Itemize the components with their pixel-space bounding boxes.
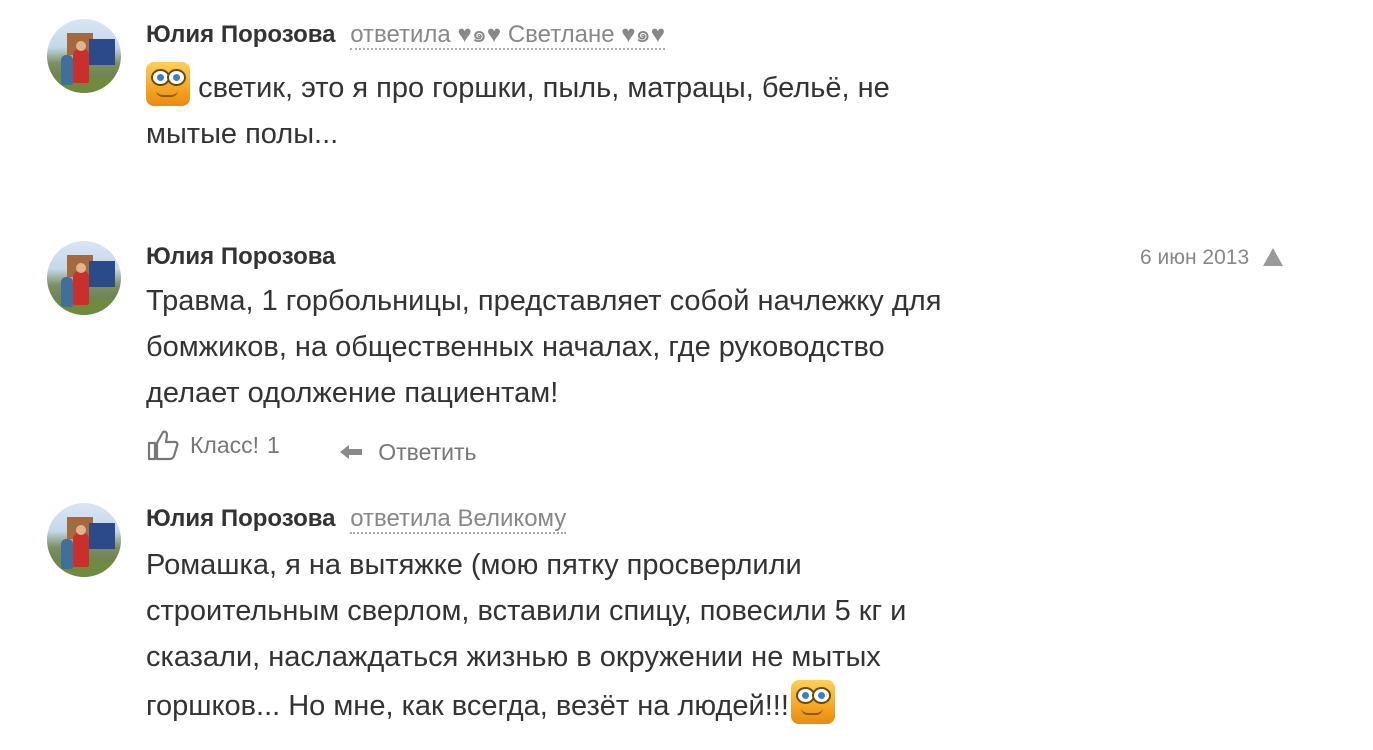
reply-label: Ответить — [378, 439, 477, 465]
author-name[interactable]: Юлия Порозова — [146, 21, 336, 48]
comment-text-line: Ромашка, я на вытяжке (мою пятку просвер… — [146, 549, 802, 581]
comment-text-line: сказали, наслаждаться жизнью в окружении… — [146, 641, 881, 673]
like-button[interactable]: Класс! 1 — [146, 428, 280, 462]
reply-to-link[interactable]: ответила Великому — [350, 505, 567, 534]
comment-text-line: бомжиков, на общественных началах, где р… — [146, 331, 885, 363]
author-name[interactable]: Юлия Порозова — [146, 505, 336, 532]
thumbs-up-icon — [147, 430, 179, 461]
comment-text-line: строительным сверлом, вставили спицу, по… — [146, 595, 907, 627]
comment-text: Травма, 1 горбольницы, представляет собо… — [146, 278, 1026, 416]
smiley-emoticon-icon — [146, 62, 190, 106]
comment-header: Юлия Порозова ответила Великому — [146, 504, 567, 534]
reply-arrow-icon — [340, 445, 363, 459]
comment-header: Юлия Порозова — [146, 242, 336, 272]
comment-actions: Класс! 1 Ответить — [146, 428, 477, 469]
avatar[interactable] — [47, 503, 121, 577]
comment-text-line: Травма, 1 горбольницы, представляет собо… — [146, 285, 942, 317]
comment-header: Юлия Порозова ответила ♥๑♥ Светлане ♥๑♥ — [146, 20, 666, 50]
comment-text: светик, это я про горшки, пыль, матрацы,… — [146, 62, 1026, 157]
comment-text-line: делает одолжение пациентам! — [146, 377, 559, 409]
author-name[interactable]: Юлия Порозова — [146, 243, 336, 270]
smiley-emoticon-icon — [790, 680, 835, 724]
report-warning-icon[interactable] — [1263, 248, 1283, 266]
reply-to-link[interactable]: ответила ♥๑♥ Светлане ♥๑♥ — [350, 21, 666, 50]
like-count: 1 — [267, 432, 280, 458]
comment-text-line: горшков... Но мне, как всегда, везёт на … — [146, 690, 789, 722]
comment-text-line: мытые полы... — [146, 118, 339, 150]
reply-button[interactable]: Ответить — [338, 437, 477, 467]
like-label: Класс! — [190, 432, 259, 458]
avatar[interactable] — [47, 241, 121, 315]
avatar[interactable] — [47, 19, 121, 93]
comment-date: 6 июн 2013 — [1140, 243, 1283, 273]
comment-text: Ромашка, я на вытяжке (мою пятку просвер… — [146, 542, 1026, 729]
date-text: 6 июн 2013 — [1140, 246, 1250, 269]
comment-text-line: светик, это я про горшки, пыль, матрацы,… — [198, 72, 890, 104]
